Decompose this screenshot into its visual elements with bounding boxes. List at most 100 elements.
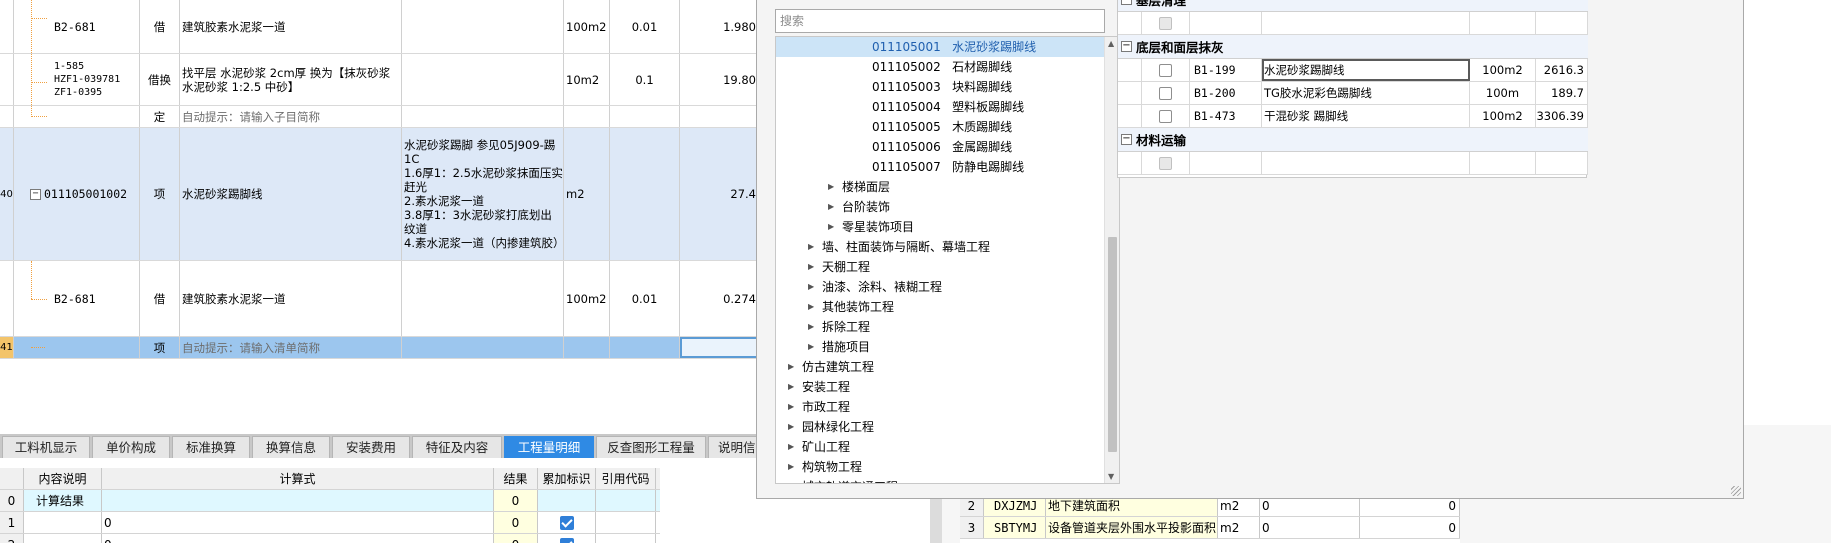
- tree-node[interactable]: ▶ 楼梯面层: [776, 177, 1106, 197]
- group-row[interactable]: − 材料运输: [1118, 128, 1588, 152]
- expand-arrow-icon[interactable]: ▶: [808, 277, 814, 297]
- expand-arrow-icon[interactable]: ▶: [788, 397, 794, 417]
- table-row[interactable]: 定 自动提示：请输入子目简称: [0, 106, 760, 128]
- tab-labor-material[interactable]: 工料机显示: [2, 436, 90, 458]
- tab-quantity-detail[interactable]: 工程量明细: [504, 436, 594, 458]
- expand-arrow-icon[interactable]: ▶: [808, 337, 814, 357]
- tree-node[interactable]: ▶ 措施项目: [776, 337, 1106, 357]
- tree-node[interactable]: ▶ 其他装饰工程: [776, 297, 1106, 317]
- table-row[interactable]: B1-473 干混砂浆 踢脚线 100m2 3306.39: [1118, 105, 1588, 128]
- tree-node[interactable]: ▶ 市政工程: [776, 397, 1106, 417]
- table-row[interactable]: [1118, 152, 1588, 175]
- tab-standard-conversion[interactable]: 标准换算: [172, 436, 250, 458]
- row-formula[interactable]: 0: [102, 512, 494, 533]
- collapse-icon[interactable]: −: [30, 188, 41, 200]
- expand-arrow-icon[interactable]: ▶: [788, 457, 794, 477]
- expand-arrow-icon[interactable]: ▶: [788, 357, 794, 377]
- tree-node[interactable]: 011105003 块料踢脚线: [776, 77, 1106, 97]
- tree-node[interactable]: ▶ 园林绿化工程: [776, 417, 1106, 437]
- scroll-thumb[interactable]: [1108, 237, 1117, 452]
- expand-arrow-icon[interactable]: ▶: [808, 237, 814, 257]
- checkbox-icon[interactable]: [1159, 63, 1172, 77]
- expand-arrow-icon[interactable]: ▶: [808, 297, 814, 317]
- tree-node[interactable]: ▶ 构筑物工程: [776, 457, 1106, 477]
- row-desc[interactable]: [24, 512, 102, 533]
- expand-arrow-icon[interactable]: ▶: [788, 437, 794, 457]
- item-type: 借: [140, 0, 180, 53]
- item-code[interactable]: [14, 337, 140, 358]
- tab-conversion-info[interactable]: 换算信息: [252, 436, 330, 458]
- checkbox-checked-icon[interactable]: [559, 515, 574, 530]
- tree-node[interactable]: 011105006 金属踢脚线: [776, 137, 1106, 157]
- group-row[interactable]: − 底层和面层抹灰: [1118, 35, 1588, 59]
- expand-arrow-icon[interactable]: ▶: [788, 417, 794, 437]
- tree-node[interactable]: ▶ 天棚工程: [776, 257, 1106, 277]
- tree-node[interactable]: ▶ 墙、柱面装饰与隔断、幕墙工程: [776, 237, 1106, 257]
- expand-arrow-icon[interactable]: ▶: [828, 217, 834, 237]
- collapse-icon[interactable]: −: [1121, 0, 1132, 5]
- expand-arrow-icon[interactable]: ▶: [788, 377, 794, 397]
- table-row[interactable]: B1-200 TG胶水泥彩色踢脚线 100m 189.7: [1118, 82, 1588, 105]
- collapse-icon[interactable]: −: [1121, 41, 1132, 52]
- expand-arrow-icon[interactable]: ▶: [808, 317, 814, 337]
- header-ref-code: 引用代码: [596, 468, 656, 489]
- tree-node[interactable]: ▶ 矿山工程: [776, 437, 1106, 457]
- tree-node[interactable]: 011105004 塑料板踢脚线: [776, 97, 1106, 117]
- tab-reverse-graphic[interactable]: 反查图形工程量: [596, 436, 706, 458]
- table-row[interactable]: 3 SBTYMJ 设备管道夹层外围水平投影面积 m2 0 0: [960, 517, 1460, 539]
- item-name-hint[interactable]: 自动提示：请输入子目简称: [180, 106, 402, 127]
- checkbox-icon[interactable]: [1159, 109, 1172, 123]
- tree-node[interactable]: ▶ 安装工程: [776, 377, 1106, 397]
- table-row[interactable]: 0 计算结果 0: [0, 490, 660, 512]
- table-row[interactable]: [1118, 12, 1588, 35]
- expand-arrow-icon[interactable]: ▶: [828, 197, 834, 217]
- tree-node[interactable]: ▶ 仿古建筑工程: [776, 357, 1106, 377]
- group-row[interactable]: − 基层清理: [1118, 0, 1588, 12]
- table-row[interactable]: B1-199 水泥砂浆踢脚线 100m2 2616.3: [1118, 59, 1588, 82]
- item-name: 水泥砂浆踢脚线: [180, 128, 402, 260]
- subitem-name[interactable]: 水泥砂浆踢脚线: [1262, 59, 1470, 81]
- table-row[interactable]: 40 − 011105001002 项 水泥砂浆踢脚线 水泥砂浆踢脚 参见05J…: [0, 128, 760, 261]
- table-row[interactable]: 1 0 0: [0, 512, 660, 534]
- accumulate-checkbox[interactable]: [538, 534, 596, 543]
- tree-node[interactable]: 011105005 木质踢脚线: [776, 117, 1106, 137]
- expand-arrow-icon[interactable]: ▶: [788, 477, 794, 483]
- accumulate-checkbox[interactable]: [538, 512, 596, 533]
- tab-unit-price[interactable]: 单价构成: [92, 436, 170, 458]
- checkbox-checked-icon[interactable]: [559, 537, 574, 543]
- resize-grip-icon[interactable]: [1731, 486, 1741, 496]
- tree-node[interactable]: 011105007 防静电踢脚线: [776, 157, 1106, 177]
- tab-install-fee[interactable]: 安装费用: [332, 436, 410, 458]
- row-desc[interactable]: [24, 534, 102, 543]
- tree-node[interactable]: ▶ 油漆、涂料、裱糊工程: [776, 277, 1106, 297]
- tab-features[interactable]: 特征及内容: [412, 436, 502, 458]
- table-header: 内容说明 计算式 结果 累加标识 引用代码: [0, 468, 660, 490]
- select-checkbox[interactable]: [1142, 59, 1190, 81]
- table-row[interactable]: 41 项 自动提示：请输入清单简称: [0, 337, 760, 359]
- row-formula[interactable]: 0: [102, 534, 494, 543]
- table-row[interactable]: B2-681 借 建筑胶素水泥浆一道 100m2 0.01 0.274: [0, 261, 760, 337]
- tree-node[interactable]: ▶ 台阶装饰: [776, 197, 1106, 217]
- table-row[interactable]: B2-681 借 建筑胶素水泥浆一道 100m2 0.01 1.980: [0, 0, 760, 54]
- scroll-down-icon[interactable]: ▼: [1108, 472, 1114, 481]
- item-amount-cell[interactable]: [680, 337, 760, 358]
- select-checkbox[interactable]: [1142, 82, 1190, 104]
- tree-node[interactable]: 011105002 石材踢脚线: [776, 57, 1106, 77]
- collapse-icon[interactable]: −: [1121, 134, 1132, 145]
- expand-arrow-icon[interactable]: ▶: [808, 257, 814, 277]
- scroll-up-icon[interactable]: ▲: [1108, 39, 1114, 48]
- search-input[interactable]: [775, 9, 1105, 33]
- tree-node[interactable]: ▶ 城市轨道交通工程: [776, 477, 1106, 483]
- var-expr[interactable]: 0: [1260, 517, 1360, 538]
- tree-node[interactable]: ▶ 零星装饰项目: [776, 217, 1106, 237]
- row-formula[interactable]: [102, 490, 494, 511]
- checkbox-icon[interactable]: [1159, 86, 1172, 100]
- tree-node[interactable]: ▶ 拆除工程: [776, 317, 1106, 337]
- select-checkbox[interactable]: [1142, 105, 1190, 127]
- tree-node[interactable]: 011105001 水泥砂浆踢脚线: [776, 37, 1106, 57]
- table-row[interactable]: 1-585 HZF1-039781 ZF1-0395 借换 找平层 水泥砂浆 2…: [0, 54, 760, 106]
- item-name-hint[interactable]: 自动提示：请输入清单简称: [180, 337, 402, 358]
- item-feature-text: 水泥砂浆踢脚 参见05J909-踢1C 1.6厚1：2.5水泥砂浆抹面压实赶光 …: [404, 138, 564, 250]
- table-row[interactable]: 2 0 0: [0, 534, 660, 543]
- expand-arrow-icon[interactable]: ▶: [828, 177, 834, 197]
